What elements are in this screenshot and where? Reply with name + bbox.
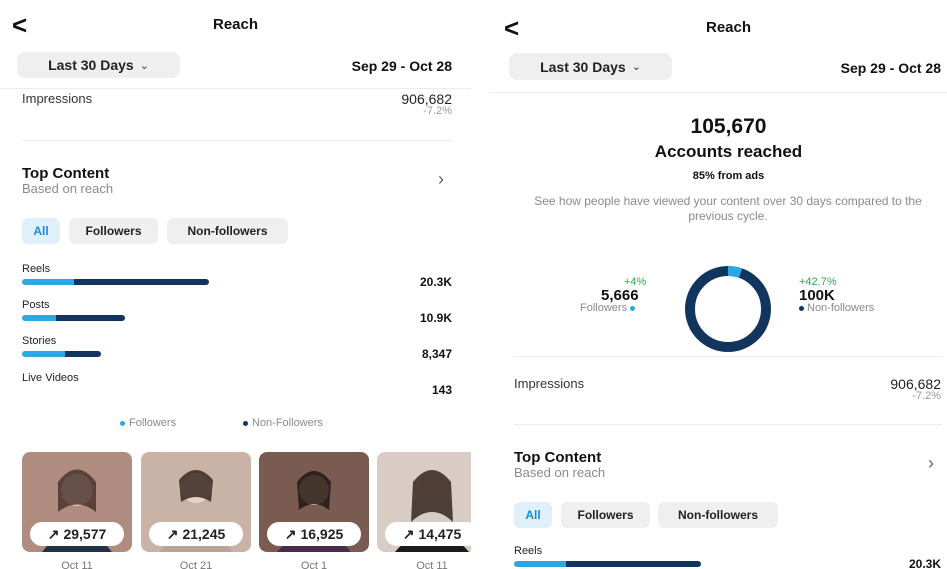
thumbnail-date: Oct 1: [300, 560, 328, 569]
tab-followers[interactable]: Followers: [69, 218, 158, 244]
reach-value: 29,577: [63, 526, 107, 542]
tab-followers[interactable]: Followers: [561, 502, 650, 528]
followers-donut-chart: [685, 266, 771, 352]
impressions-label: Impressions: [22, 91, 93, 106]
page-title: Reach: [212, 16, 259, 33]
ads-note: 85% from ads: [692, 170, 765, 182]
divider: [490, 92, 947, 93]
trend-up-icon: ↗: [47, 525, 60, 542]
category-value-stories: 8,347: [421, 347, 452, 361]
content-thumbnail[interactable]: ↗ 16,925: [259, 452, 369, 552]
category-value-live-videos: 143: [431, 383, 452, 397]
top-content-title: Top Content: [22, 165, 110, 182]
impressions-label: Impressions: [514, 376, 585, 391]
trend-up-icon: ↗: [402, 525, 415, 542]
followers-segment: [22, 351, 66, 357]
followers-dot-icon: [120, 420, 125, 426]
top-content-subtitle: Based on reach: [22, 181, 114, 196]
nonfollowers-segment: [74, 279, 209, 285]
legend-nonfollowers: Non-Followers: [243, 417, 323, 429]
reach-badge: ↗ 14,475: [385, 522, 471, 546]
thumbnail-date: Oct 21: [179, 560, 213, 569]
reach-badge: ↗ 16,925: [267, 522, 361, 546]
date-range-dropdown[interactable]: Last 30 Days ⌄: [17, 52, 180, 78]
followers-segment: [514, 561, 567, 567]
category-label-reels: Reels: [514, 545, 543, 557]
category-label-posts: Posts: [22, 299, 50, 311]
top-content-subtitle: Based on reach: [514, 465, 606, 480]
reach-value: 21,245: [182, 526, 226, 542]
thumbnail-date: Oct 11: [416, 560, 448, 569]
date-range-label: Last 30 Days: [48, 57, 134, 73]
followers-segment: [22, 279, 75, 285]
reach-value: 14,475: [418, 526, 462, 542]
content-thumbnail[interactable]: ↗ 14,475: [377, 452, 471, 552]
nonfollowers-label-text: Non-followers: [807, 302, 875, 314]
followers-label: Followers: [580, 302, 636, 314]
reach-badge: ↗ 29,577: [30, 522, 124, 546]
nonfollowers-arc: [685, 266, 771, 352]
followers-dot-icon: [630, 305, 636, 311]
followers-label-text: Followers: [580, 302, 628, 314]
posts-bar: [22, 315, 125, 321]
reach-badge: ↗ 21,245: [149, 522, 243, 546]
reach-panel-left: < Reach Last 30 Days ⌄ Sep 29 - Oct 28 I…: [0, 0, 471, 569]
divider: [22, 140, 452, 141]
divider: [0, 88, 471, 89]
accounts-reached-value: 105,670: [690, 115, 767, 138]
nonfollowers-dot-icon: [243, 420, 248, 426]
content-thumbnail[interactable]: ↗ 29,577: [22, 452, 132, 552]
trend-up-icon: ↗: [284, 525, 297, 542]
chevron-right-icon[interactable]: ›: [928, 453, 934, 474]
reach-panel-right: < Reach Last 30 Days ⌄ Sep 29 - Oct 28 1…: [490, 0, 947, 569]
divider: [514, 356, 942, 357]
content-thumbnail[interactable]: ↗ 21,245: [141, 452, 251, 552]
chevron-down-icon: ⌄: [631, 61, 641, 73]
reels-bar: [22, 279, 209, 285]
divider: [514, 424, 942, 425]
chevron-right-icon[interactable]: ›: [438, 169, 444, 190]
category-value-reels: 20.3K: [419, 275, 452, 289]
nonfollowers-dot-icon: [799, 305, 804, 311]
date-range-text: Sep 29 - Oct 28: [351, 58, 452, 74]
nonfollowers-segment: [55, 315, 125, 321]
nonfollowers-segment: [566, 561, 701, 567]
impressions-delta: -7.2%: [912, 390, 941, 402]
date-range-text: Sep 29 - Oct 28: [840, 60, 941, 76]
reach-description: See how people have viewed your content …: [534, 194, 922, 223]
category-label-live-videos: Live Videos: [22, 372, 79, 384]
date-range-dropdown[interactable]: Last 30 Days ⌄: [509, 53, 672, 80]
tab-non-followers[interactable]: Non-followers: [658, 502, 778, 528]
reach-value: 16,925: [300, 526, 344, 542]
legend-followers-label: Followers: [129, 417, 177, 429]
stories-bar: [22, 351, 101, 357]
top-content-title: Top Content: [514, 449, 602, 466]
tab-all[interactable]: All: [514, 502, 552, 528]
legend-nonfollowers-label: Non-Followers: [252, 417, 323, 429]
followers-segment: [22, 315, 56, 321]
chevron-down-icon: ⌄: [139, 59, 149, 72]
category-label-reels: Reels: [22, 263, 51, 275]
category-value-reels: 20.3K: [908, 557, 941, 569]
category-value-posts: 10.9K: [419, 311, 452, 325]
nonfollowers-label: Non-followers: [799, 302, 874, 314]
page-title: Reach: [705, 19, 752, 36]
nonfollowers-segment: [65, 351, 101, 357]
reels-bar: [514, 561, 701, 567]
tab-non-followers[interactable]: Non-followers: [167, 218, 288, 244]
tab-all[interactable]: All: [22, 218, 60, 244]
accounts-reached-label: Accounts reached: [654, 142, 803, 161]
trend-up-icon: ↗: [166, 525, 179, 542]
category-label-stories: Stories: [22, 335, 57, 347]
legend-followers: Followers: [120, 417, 176, 429]
date-range-label: Last 30 Days: [540, 58, 626, 75]
impressions-delta: -7.2%: [423, 105, 452, 117]
thumbnail-date: Oct 11: [61, 560, 93, 569]
